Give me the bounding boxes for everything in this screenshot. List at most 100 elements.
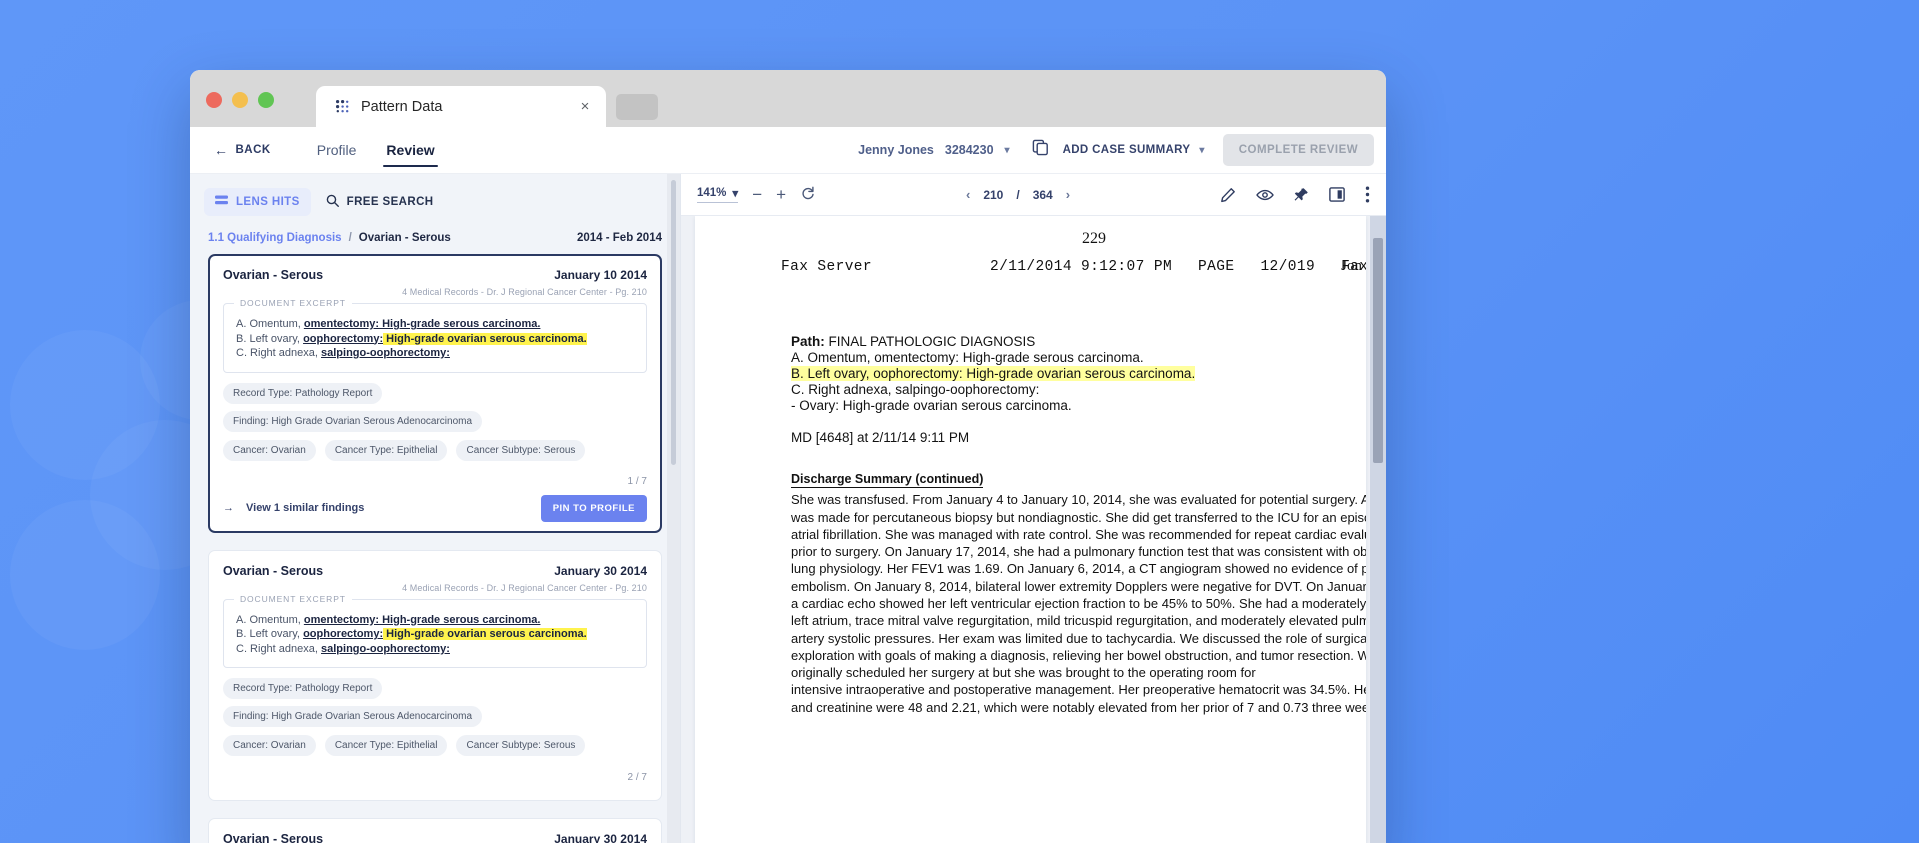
breadcrumb-parent[interactable]: 1.1 Qualifying Diagnosis xyxy=(208,232,342,244)
prev-page-button[interactable]: ‹ xyxy=(966,187,970,202)
fax-right-label: Fax Server xyxy=(1341,259,1366,275)
browser-window: Pattern Data × ← BACK Profile Review xyxy=(190,70,1386,843)
tab-profile[interactable]: Profile xyxy=(305,127,369,173)
minimize-window-button[interactable] xyxy=(232,92,248,108)
discharge-summary-line: lung physiology. Her FEV1 was 1.69. On J… xyxy=(791,560,1366,577)
browser-titlebar: Pattern Data × xyxy=(190,70,1386,127)
finding-chip[interactable]: Cancer Subtype: Serous xyxy=(456,440,585,461)
finding-chip[interactable]: Finding: High Grade Ovarian Serous Adeno… xyxy=(223,706,482,727)
page-navigator: ‹ 210 / 364 › xyxy=(966,187,1070,202)
maximize-window-button[interactable] xyxy=(258,92,274,108)
next-page-button[interactable]: › xyxy=(1066,187,1070,202)
finding-card-title: Ovarian - Serous xyxy=(223,564,323,578)
document-excerpt-legend: DOCUMENT EXCERPT xyxy=(234,298,352,308)
new-tab-button[interactable] xyxy=(616,94,658,120)
finding-card[interactable]: Ovarian - SerousJanuary 10 20144 Medical… xyxy=(208,254,662,533)
finding-chip[interactable]: Cancer Type: Epithelial xyxy=(325,440,448,461)
document-excerpt: DOCUMENT EXCERPTA. Omentum, omentectomy:… xyxy=(223,599,647,669)
discharge-summary-line: atrial fibrillation. She was managed wit… xyxy=(791,526,1366,543)
finding-card-date: January 30 2014 xyxy=(554,832,647,843)
discharge-summary-line: originally scheduled her surgery at but … xyxy=(791,664,1366,681)
pdf-scrollbar-track[interactable] xyxy=(1370,216,1386,843)
discharge-summary-line: artery systolic pressures. Her exam was … xyxy=(791,630,1366,647)
zoom-out-button[interactable]: − xyxy=(752,186,762,203)
finding-chip[interactable]: Cancer Type: Epithelial xyxy=(325,735,448,756)
view-similar-findings-label: View 1 similar findings xyxy=(246,502,364,514)
window-controls[interactable] xyxy=(206,92,274,108)
finding-chip[interactable]: Cancer: Ovarian xyxy=(223,440,316,461)
add-case-summary-label: ADD CASE SUMMARY xyxy=(1063,144,1191,156)
finding-card-header: Ovarian - Serous January 30 2014 xyxy=(223,832,647,843)
complete-review-button[interactable]: COMPLETE REVIEW xyxy=(1223,134,1374,166)
tab-profile-label: Profile xyxy=(317,142,357,158)
back-button[interactable]: ← BACK xyxy=(206,137,279,163)
free-search-label: FREE SEARCH xyxy=(347,196,434,208)
pdf-toolbar: 141% ▾ − + ‹ xyxy=(681,174,1386,216)
app-header-actions: Jenny Jones 3284230 ▾ ADD CASE SUMMARY ▾… xyxy=(852,134,1386,166)
finding-counter-row: 1 / 7 xyxy=(223,469,647,495)
pin-to-profile-button[interactable]: PIN TO PROFILE xyxy=(541,495,647,522)
pdf-scrollbar-thumb[interactable] xyxy=(1373,238,1383,463)
document-excerpt: DOCUMENT EXCERPTA. Omentum, omentectomy:… xyxy=(223,303,647,373)
search-icon xyxy=(326,194,339,210)
browser-tab[interactable]: Pattern Data × xyxy=(316,86,606,127)
lens-hits-tab[interactable]: LENS HITS xyxy=(204,188,311,216)
free-search-tab[interactable]: FREE SEARCH xyxy=(315,187,445,217)
findings-scrollbar-track[interactable] xyxy=(667,174,680,843)
findings-scrollbar-thumb[interactable] xyxy=(671,180,676,465)
document-viewer-panel: 141% ▾ − + ‹ xyxy=(681,174,1386,843)
pdf-canvas-area[interactable]: 229 Jon Fax Server2/11/2014 9:12:07 PMPA… xyxy=(681,216,1386,843)
panel-icon[interactable] xyxy=(1329,187,1345,202)
current-page-number[interactable]: 210 xyxy=(983,188,1003,202)
diagnosis-line: A. Omentum, omentectomy: High-grade sero… xyxy=(791,350,1366,366)
eye-icon[interactable] xyxy=(1256,187,1274,203)
app-header: ← BACK Profile Review Jenny Jones 328423… xyxy=(190,127,1386,174)
browser-tab-title: Pattern Data xyxy=(361,99,566,115)
excerpt-line: A. Omentum, omentectomy: High-grade sero… xyxy=(236,613,634,628)
discharge-summary-heading: Discharge Summary (continued) xyxy=(791,472,983,489)
edit-pencil-icon[interactable] xyxy=(1220,187,1236,203)
path-label: Path: xyxy=(791,334,825,349)
pdf-tool-buttons xyxy=(1220,186,1370,203)
excerpt-line: C. Right adnexa, salpingo-oophorectomy: xyxy=(236,642,634,657)
finding-chip[interactable]: Cancer: Ovarian xyxy=(223,735,316,756)
view-similar-findings-link[interactable]: →View 1 similar findings xyxy=(223,502,364,514)
rotate-icon[interactable] xyxy=(800,185,816,204)
copy-icon[interactable] xyxy=(1032,139,1049,161)
more-vertical-icon[interactable] xyxy=(1365,186,1370,203)
finding-card-header: Ovarian - SerousJanuary 10 2014 xyxy=(223,268,647,282)
finding-card[interactable]: Ovarian - SerousJanuary 30 20144 Medical… xyxy=(208,550,662,802)
finding-card-date: January 10 2014 xyxy=(554,268,647,282)
finding-chip[interactable]: Cancer Subtype: Serous xyxy=(456,735,585,756)
chevron-down-icon: ▾ xyxy=(1005,145,1010,156)
close-tab-icon[interactable]: × xyxy=(576,98,594,116)
discharge-summary-line: exploration with goals of making a diagn… xyxy=(791,647,1366,664)
diagnosis-line: C. Right adnexa, salpingo-oophorectomy: xyxy=(791,382,1366,398)
finding-card-title: Ovarian - Serous xyxy=(223,832,323,843)
findings-panel: LENS HITS FREE SEARCH 1.1 Qualifying xyxy=(190,174,681,843)
close-window-button[interactable] xyxy=(206,92,222,108)
findings-card-list[interactable]: Ovarian - SerousJanuary 10 20144 Medical… xyxy=(190,254,680,843)
finding-counter: 2 / 7 xyxy=(628,772,647,783)
pin-icon[interactable] xyxy=(1294,187,1309,203)
finding-chip[interactable]: Record Type: Pathology Report xyxy=(223,383,382,404)
finding-chip[interactable]: Record Type: Pathology Report xyxy=(223,678,382,699)
patient-selector[interactable]: Jenny Jones 3284230 ▾ xyxy=(852,139,1015,161)
arrow-left-icon: ← xyxy=(214,143,229,157)
zoom-in-button[interactable]: + xyxy=(776,186,786,203)
tab-review[interactable]: Review xyxy=(374,127,446,173)
discharge-summary-line: was made for percutaneous biopsy but non… xyxy=(791,509,1366,526)
finding-chip-row: Cancer: Ovarian Cancer Type: Epithelial Ca… xyxy=(223,440,647,461)
fax-left-label: Fax Server xyxy=(781,259,872,275)
pdf-page: 229 Jon Fax Server2/11/2014 9:12:07 PMPA… xyxy=(695,216,1366,843)
zoom-level-select[interactable]: 141% ▾ xyxy=(697,186,738,203)
add-case-summary-button[interactable]: ADD CASE SUMMARY ▾ xyxy=(1063,144,1205,156)
discharge-summary-line: prior to surgery. On January 17, 2014, s… xyxy=(791,543,1366,560)
finding-card[interactable]: Ovarian - SerousJanuary 30 20144 Medical… xyxy=(208,818,662,843)
finding-chip[interactable]: Finding: High Grade Ovarian Serous Adeno… xyxy=(223,411,482,432)
page-separator: / xyxy=(1016,188,1019,202)
discharge-summary-line: and creatinine were 48 and 2.21, which w… xyxy=(791,699,1366,716)
app-nav-tabs: Profile Review xyxy=(305,127,447,173)
diagnosis-lines: A. Omentum, omentectomy: High-grade sero… xyxy=(791,350,1366,414)
discharge-summary-line: She was transfused. From January 4 to Ja… xyxy=(791,491,1366,508)
